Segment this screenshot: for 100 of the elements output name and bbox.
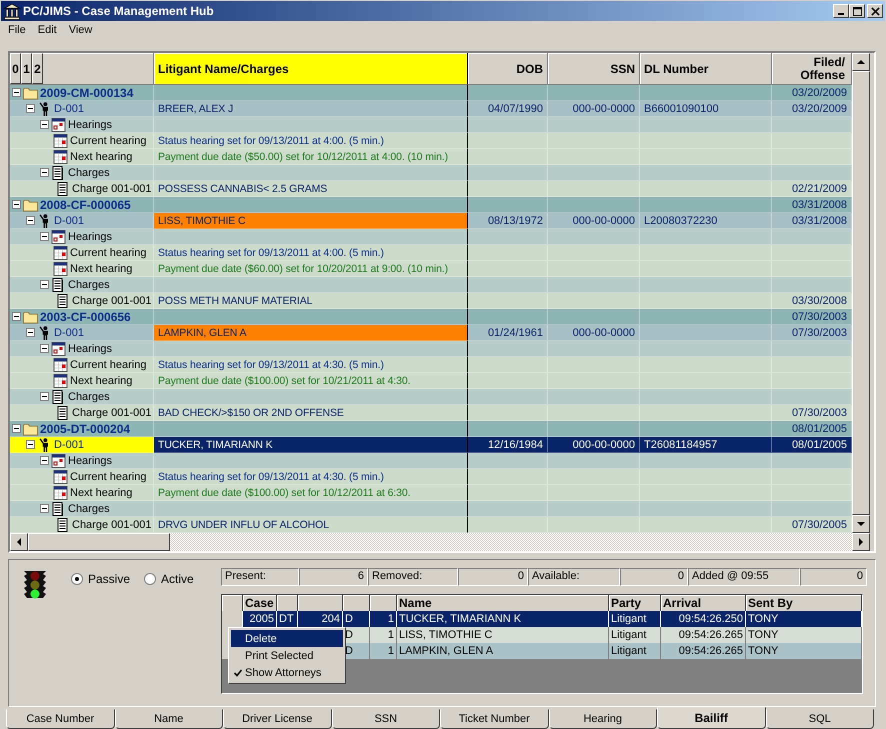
tab[interactable]: Name — [114, 709, 223, 729]
charge-label[interactable]: Charge 001-001 — [72, 406, 152, 418]
grid-row[interactable]: 2003-CF-000656 07/30/2003 — [10, 309, 852, 325]
grid-row[interactable]: Charge 001-001 BAD CHECK/>$150 OR 2ND OFFENSE 07/30/2003 — [10, 405, 852, 421]
column-header[interactable]: DL Number — [640, 53, 772, 85]
grid-row[interactable]: Hearings — [10, 229, 852, 245]
hearing-label[interactable]: Current hearing — [70, 358, 146, 370]
grid-row[interactable]: Hearings — [10, 453, 852, 469]
tab[interactable]: Case Number — [6, 709, 114, 729]
grid-row[interactable]: 2008-CF-000065 03/31/2008 — [10, 197, 852, 213]
minimize-button[interactable] — [833, 4, 849, 18]
column-header[interactable]: Filed/ Offense — [772, 53, 852, 85]
group-label[interactable]: Charges — [68, 502, 110, 514]
grid-row[interactable]: Hearings — [10, 117, 852, 133]
collapse-toggle[interactable] — [26, 216, 35, 225]
collapse-toggle[interactable] — [40, 504, 49, 513]
case-number[interactable]: 2003-CF-000656 — [40, 310, 131, 324]
grid-row[interactable]: D-001 LAMPKIN, GLEN A 01/24/1961 000-00-0000 07/30/2003 — [10, 325, 852, 341]
menu-item[interactable]: Delete — [231, 630, 343, 647]
grid-row[interactable]: D-001 BREER, ALEX J 04/07/1990 000-00-0000 B66001090100 03/20/2009 — [10, 101, 852, 117]
column-header[interactable]: Arrival — [661, 595, 746, 611]
grid-row[interactable]: Charges — [10, 501, 852, 517]
hearing-label[interactable]: Next hearing — [70, 374, 132, 386]
grid-row[interactable]: Charges — [10, 389, 852, 405]
vertical-scrollbar[interactable] — [852, 53, 870, 533]
group-label[interactable]: Charges — [68, 390, 110, 402]
case-number[interactable]: 2009-CM-000134 — [40, 86, 134, 100]
group-label[interactable]: Charges — [68, 278, 110, 290]
column-header[interactable]: Litigant Name/Charges — [154, 53, 468, 85]
grid-row[interactable]: Charges — [10, 165, 852, 181]
grid-row[interactable]: Charges — [10, 277, 852, 293]
group-label[interactable]: Hearings — [68, 230, 112, 242]
level-button[interactable]: 2 — [32, 53, 43, 84]
collapse-toggle[interactable] — [26, 104, 35, 113]
menu-item[interactable]: View — [62, 24, 98, 40]
hearing-label[interactable]: Current hearing — [70, 470, 146, 482]
maximize-button[interactable] — [849, 4, 865, 18]
collapse-toggle[interactable] — [12, 424, 21, 433]
defendant-id[interactable]: D-001 — [54, 102, 84, 114]
grid-row[interactable]: Current hearing Status hearing set for 09/13/2011 at 4:00. (5 min.) — [10, 245, 852, 261]
charge-label[interactable]: Charge 001-001 — [72, 518, 152, 530]
collapse-toggle[interactable] — [40, 168, 49, 177]
header-cell[interactable] — [370, 595, 397, 611]
charge-label[interactable]: Charge 001-001 — [72, 294, 152, 306]
hearing-label[interactable]: Current hearing — [70, 134, 146, 146]
collapse-toggle[interactable] — [12, 312, 21, 321]
menu-item[interactable]: File — [2, 24, 32, 40]
grid-row[interactable]: Hearings — [10, 341, 852, 357]
collapse-toggle[interactable] — [40, 344, 49, 353]
defendant-id[interactable]: D-001 — [54, 438, 84, 450]
close-button[interactable] — [867, 4, 883, 18]
group-label[interactable]: Hearings — [68, 454, 112, 466]
group-label[interactable]: Hearings — [68, 118, 112, 130]
collapse-toggle[interactable] — [26, 328, 35, 337]
header-cell[interactable] — [277, 595, 298, 611]
collapse-toggle[interactable] — [40, 120, 49, 129]
defendant-id[interactable]: D-001 — [54, 326, 84, 338]
column-header[interactable]: SSN — [548, 53, 640, 85]
tab[interactable]: SSN — [332, 709, 440, 729]
menu-item[interactable]: Edit — [32, 24, 63, 40]
grid-row[interactable]: Current hearing Status hearing set for 09/13/2011 at 4:30. (5 min.) — [10, 357, 852, 373]
case-number[interactable]: 2008-CF-000065 — [40, 198, 131, 212]
level-button[interactable]: 1 — [21, 53, 32, 84]
radio-option[interactable]: Active — [144, 572, 194, 586]
grid-row[interactable]: Current hearing Status hearing set for 09/13/2011 at 4:00. (5 min.) — [10, 133, 852, 149]
case-number[interactable]: 2005-DT-000204 — [40, 422, 130, 436]
column-header[interactable]: Party — [609, 595, 661, 611]
hearing-label[interactable]: Next hearing — [70, 150, 132, 162]
collapse-toggle[interactable] — [12, 200, 21, 209]
radio-option[interactable]: Passive — [71, 572, 130, 586]
collapse-toggle[interactable] — [26, 440, 35, 449]
radio-button[interactable] — [71, 573, 83, 585]
collapse-toggle[interactable] — [40, 392, 49, 401]
grid-row[interactable]: Next hearing Payment due date ($100.00) set for 10/21/2011 at 4:30. — [10, 373, 852, 389]
grid-row[interactable]: D-001 LISS, TIMOTHIE C 08/13/1972 000-00-0000 L20080372230 03/31/2008 — [10, 213, 852, 229]
grid-row[interactable]: Current hearing Status hearing set for 09/13/2011 at 4:30. (5 min.) — [10, 469, 852, 485]
grid-row[interactable]: 2009-CM-000134 03/20/2009 — [10, 85, 852, 101]
queue-row[interactable]: 2005 DT 204 D 1 TUCKER, TIMARIANN K Litigant 09:54:26.250 TONY — [222, 611, 862, 627]
grid-row[interactable]: Charge 001-001 POSS METH MANUF MATERIAL 03/30/2008 — [10, 293, 852, 309]
grid-row[interactable]: Next hearing Payment due date ($60.00) set for 10/20/2011 at 9:00. (10 min.) — [10, 261, 852, 277]
hearing-label[interactable]: Current hearing — [70, 246, 146, 258]
charge-label[interactable]: Charge 001-001 — [72, 182, 152, 194]
level-button[interactable]: 0 — [10, 53, 21, 84]
hearing-label[interactable]: Next hearing — [70, 486, 132, 498]
collapse-toggle[interactable] — [12, 88, 21, 97]
tab[interactable]: Ticket Number — [440, 709, 548, 729]
column-header[interactable]: Sent By — [746, 595, 862, 611]
column-header[interactable]: Name — [397, 595, 609, 611]
header-cell[interactable] — [298, 595, 343, 611]
hearing-label[interactable]: Next hearing — [70, 262, 132, 274]
column-header[interactable]: Case — [243, 595, 277, 611]
tab[interactable]: Hearing — [548, 709, 657, 729]
grid-row[interactable]: 2005-DT-000204 08/01/2005 — [10, 421, 852, 437]
defendant-id[interactable]: D-001 — [54, 214, 84, 226]
menu-item[interactable]: Show Attorneys — [231, 664, 343, 681]
grid-row[interactable]: Charge 001-001 DRVG UNDER INFLU OF ALCOHOL 07/30/2005 — [10, 517, 852, 533]
header-cell[interactable] — [343, 595, 370, 611]
tab[interactable]: Driver License — [223, 709, 332, 729]
group-label[interactable]: Hearings — [68, 342, 112, 354]
tab[interactable]: SQL — [766, 709, 874, 729]
